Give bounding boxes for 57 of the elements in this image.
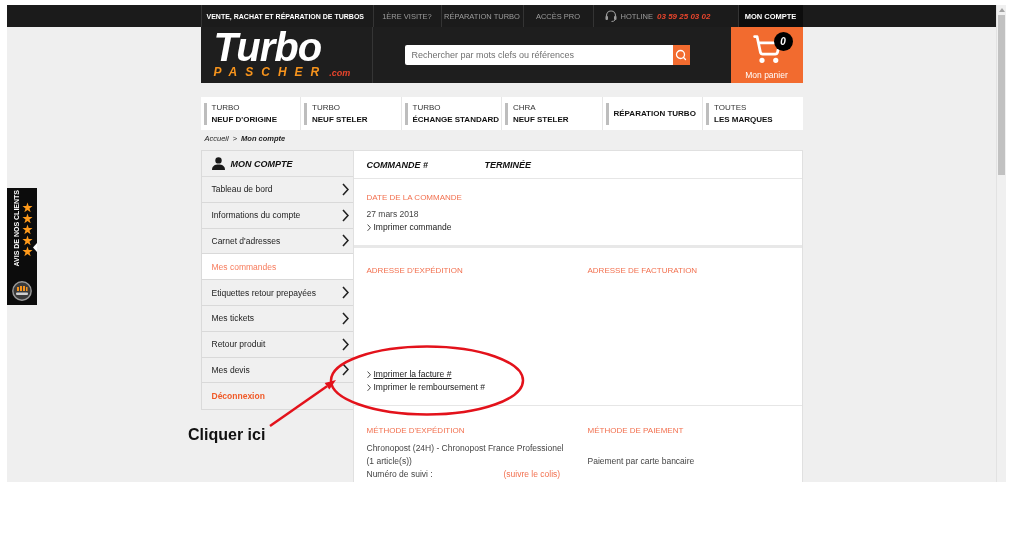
sidebar-item[interactable]: Retour produit xyxy=(201,331,353,358)
scroll-up-arrow-icon[interactable] xyxy=(998,8,1005,12)
logo-domain: .com xyxy=(329,68,351,78)
chevron-right-icon xyxy=(341,182,349,196)
chevron-right-icon xyxy=(341,363,349,377)
seal-icon xyxy=(12,281,32,301)
star-icon xyxy=(22,202,33,213)
annotation-label: Cliquer ici xyxy=(188,425,266,445)
notch-icon xyxy=(33,243,37,252)
sidebar-item[interactable]: Informations du compte xyxy=(201,202,353,229)
chevron-right-icon xyxy=(341,208,349,222)
category-link[interactable]: TURBO NEUF STELER xyxy=(304,102,368,125)
scrollbar[interactable] xyxy=(996,5,1006,482)
section-heading: ADRESSE DE FACTURATION xyxy=(587,265,699,277)
user-icon xyxy=(211,157,225,170)
star-icon xyxy=(22,213,33,224)
order-title: COMMANDE # xyxy=(366,159,429,170)
sidebar-item[interactable]: Tableau de bord xyxy=(201,177,353,203)
chevron-right-icon xyxy=(341,311,349,325)
search-icon xyxy=(675,49,687,61)
cart-icon xyxy=(751,34,782,64)
category-link[interactable]: TOUTES LES MARQUES xyxy=(706,102,773,125)
print-link[interactable]: Imprimer commande xyxy=(366,221,452,234)
chevron-right-icon xyxy=(341,234,349,248)
cart-button[interactable]: Mon panier 0 xyxy=(730,27,803,83)
sidebar-item[interactable]: Mes tickets xyxy=(201,306,353,332)
section-heading: DATE DE LA COMMANDE xyxy=(366,192,462,204)
sidebar-item[interactable]: Etiquettes retour prepayées xyxy=(201,280,353,306)
chevron-right-icon xyxy=(341,337,349,351)
section-heading: ADRESSE D'EXPÉDITION xyxy=(366,265,464,277)
category-link[interactable]: TURBO ÉCHANGE STANDARD xyxy=(404,102,500,125)
cart-count-badge: 0 xyxy=(773,32,793,51)
star-icon xyxy=(22,235,33,246)
item-count: (1 article(s)) xyxy=(366,455,412,468)
headset-icon xyxy=(604,10,617,22)
chevron-right-icon xyxy=(341,286,349,300)
section-heading: MÉTHODE DE PAIEMENT xyxy=(587,425,684,437)
star-icon xyxy=(22,246,33,257)
print-link[interactable]: Imprimer la facture # xyxy=(366,368,452,381)
tracking-label: Numéro de suivi : xyxy=(366,468,434,481)
hotline-number: 03 59 25 03 02 xyxy=(657,11,711,21)
category-link[interactable]: RÉPARATION TURBO xyxy=(605,102,696,125)
logo-subtitle: PASCHER xyxy=(213,66,328,79)
sidebar-title: MON COMPTE xyxy=(230,158,293,169)
search-field[interactable]: Rechercher par mots clefs ou références xyxy=(404,45,672,65)
order-date: 27 mars 2018 xyxy=(366,208,419,221)
star-icon xyxy=(22,224,33,235)
payment-method: Paiement par carte bancaire xyxy=(587,455,695,468)
scrollbar-thumb[interactable] xyxy=(998,15,1005,175)
category-link[interactable]: CHRA NEUF STELER xyxy=(505,102,569,125)
print-link[interactable]: Imprimer le remboursement # xyxy=(366,381,485,394)
order-status: TERMINÉE xyxy=(484,159,531,170)
logo-wordmark: Turbo xyxy=(213,28,323,66)
category-link[interactable]: TURBO NEUF D'ORIGINE xyxy=(203,102,277,125)
chevron-right-icon xyxy=(366,223,371,232)
carrier-text: Chronopost (24H) - Chronopost France Professionel xyxy=(366,442,564,455)
section-heading: MÉTHODE D'EXPÉDITION xyxy=(366,425,465,437)
